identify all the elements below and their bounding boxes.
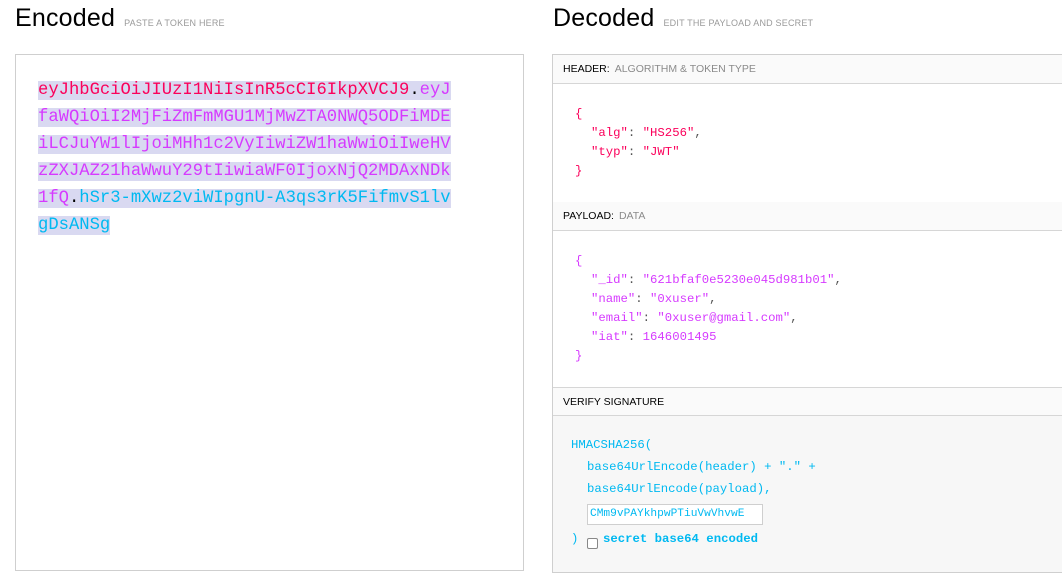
json-value[interactable]: "HS256"	[643, 126, 695, 140]
json-comma: ,	[834, 273, 842, 287]
header-sublabel: ALGORITHM & TOKEN TYPE	[614, 63, 756, 75]
token-text[interactable]: eyJhbGciOiJIUzI1NiIsInR5cCI6IkpXVCJ9.eyJ…	[38, 77, 460, 239]
json-value[interactable]: 1646001495	[643, 330, 717, 344]
secret-base64-label[interactable]: secret base64 encoded	[603, 532, 758, 546]
json-key: "typ"	[591, 145, 628, 159]
secret-base64-checkbox[interactable]	[587, 538, 598, 549]
payload-section-title: PAYLOAD: DATA	[553, 202, 1062, 231]
json-line[interactable]: "iat": 1646001495	[591, 330, 716, 344]
json-close-brace: }	[575, 164, 583, 178]
json-key: "alg"	[591, 126, 628, 140]
json-colon: :	[627, 330, 643, 344]
signature-body: HMACSHA256( base64UrlEncode(header) + ".…	[553, 416, 1062, 572]
json-colon: :	[627, 145, 643, 159]
json-line[interactable]: "email": "0xuser@gmail.com",	[591, 311, 798, 325]
header-section-title: HEADER: ALGORITHM & TOKEN TYPE	[553, 55, 1062, 84]
decoded-title-group: Decoded EDIT THE PAYLOAD AND SECRET	[553, 4, 813, 33]
json-line[interactable]: "typ": "JWT"	[591, 145, 680, 159]
json-line[interactable]: "name": "0xuser",	[591, 292, 716, 306]
json-key: "email"	[591, 311, 643, 325]
header-label: HEADER:	[563, 63, 610, 75]
hmac-close-paren: )	[571, 532, 579, 546]
signature-section-title: VERIFY SIGNATURE	[553, 387, 1062, 416]
json-close-brace: }	[575, 349, 583, 363]
header-json-editor[interactable]: { "alg": "HS256", "typ": "JWT" }	[553, 84, 1062, 202]
json-key: "name"	[591, 292, 636, 306]
hmac-line-header: base64UrlEncode(header) + "." +	[587, 460, 816, 474]
token-dot: .	[409, 81, 420, 100]
json-comma: ,	[694, 126, 702, 140]
hmac-line-payload: base64UrlEncode(payload),	[587, 482, 772, 496]
json-value[interactable]: "JWT"	[643, 145, 680, 159]
secret-input[interactable]: CMm9vPAYkhpwPTiuVwVhvwE	[587, 504, 763, 525]
token-signature-part[interactable]: hSr3-mXwz2viWIpgnU-A3qs3rK5FifmvS1lvgDsA…	[38, 189, 451, 235]
json-line[interactable]: "_id": "621bfaf0e5230e045d981b01",	[591, 273, 842, 287]
json-comma: ,	[709, 292, 717, 306]
encoded-title: Encoded	[15, 4, 116, 32]
payload-label: PAYLOAD:	[563, 210, 614, 222]
encoded-subtitle: PASTE A TOKEN HERE	[124, 18, 225, 28]
json-colon: :	[642, 311, 658, 325]
json-comma: ,	[790, 311, 798, 325]
json-colon: :	[635, 292, 651, 306]
json-open-brace: {	[575, 107, 583, 121]
json-line[interactable]: "alg": "HS256",	[591, 126, 702, 140]
decoded-title: Decoded	[553, 4, 655, 32]
json-open-brace: {	[575, 254, 583, 268]
token-dot: .	[68, 189, 80, 208]
decoded-subtitle: EDIT THE PAYLOAD AND SECRET	[663, 18, 814, 28]
payload-sublabel: DATA	[618, 210, 646, 222]
payload-json-editor[interactable]: { "_id": "621bfaf0e5230e045d981b01", "na…	[553, 231, 1062, 386]
json-value[interactable]: "621bfaf0e5230e045d981b01"	[643, 273, 835, 287]
json-key: "iat"	[591, 330, 628, 344]
json-colon: :	[627, 273, 643, 287]
token-header-part[interactable]: eyJhbGciOiJIUzI1NiIsInR5cCI6IkpXVCJ9	[38, 81, 410, 100]
json-colon: :	[627, 126, 643, 140]
encoded-token-editor[interactable]: eyJhbGciOiJIUzI1NiIsInR5cCI6IkpXVCJ9.eyJ…	[15, 54, 524, 571]
encoded-title-group: Encoded PASTE A TOKEN HERE	[15, 4, 225, 33]
json-value[interactable]: "0xuser"	[650, 292, 709, 306]
json-value[interactable]: "0xuser@gmail.com"	[657, 311, 790, 325]
hmac-function-label: HMACSHA256(	[571, 438, 653, 452]
signature-label: VERIFY SIGNATURE	[563, 395, 665, 408]
json-key: "_id"	[591, 273, 628, 287]
decoded-panel: HEADER: ALGORITHM & TOKEN TYPE { "alg": …	[552, 54, 1062, 573]
